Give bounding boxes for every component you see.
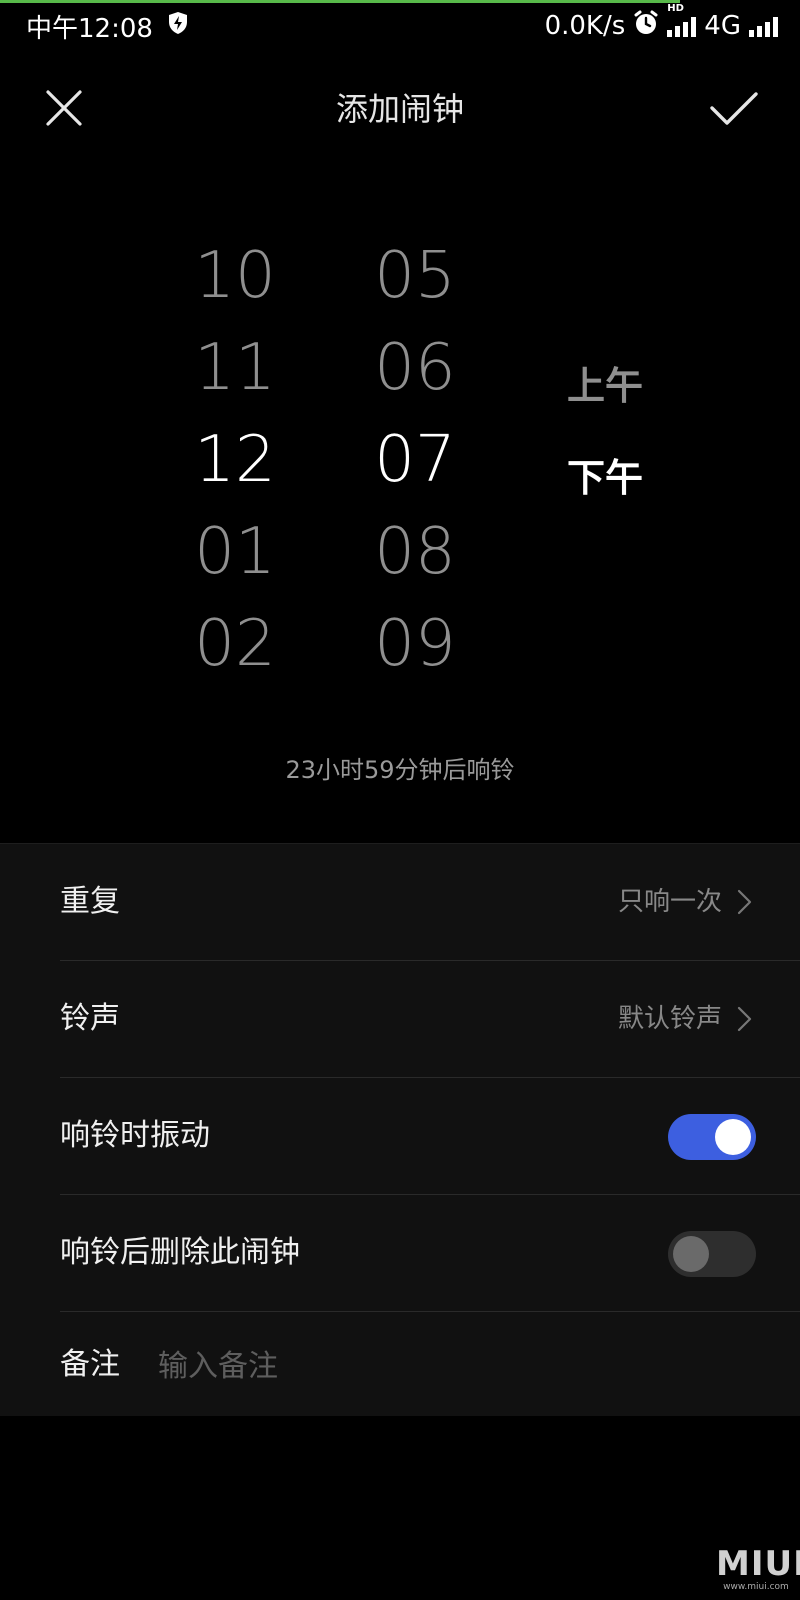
toggle-knob: [715, 1119, 751, 1155]
hour-option[interactable]: 10: [180, 230, 290, 322]
am-option[interactable]: 上午: [540, 340, 670, 432]
watermark-brand: MIUI: [716, 1544, 800, 1584]
minute-option[interactable]: 06: [360, 322, 470, 414]
vibrate-label: 响铃时振动: [60, 1118, 210, 1153]
ringtone-row[interactable]: 铃声 默认铃声: [60, 961, 800, 1077]
ringtone-value: 默认铃声: [617, 1004, 722, 1034]
pm-option-selected[interactable]: 下午: [540, 432, 670, 524]
minute-option[interactable]: 09: [360, 598, 470, 690]
confirm-button[interactable]: [706, 80, 762, 136]
repeat-row[interactable]: 重复 只响一次: [60, 844, 800, 960]
hour-option[interactable]: 02: [180, 598, 290, 690]
ampm-picker[interactable]: 上午 下午: [540, 340, 670, 524]
network-type: 4G: [704, 11, 741, 41]
signal-icon: [749, 15, 778, 37]
toggle-knob: [673, 1236, 709, 1272]
hour-option[interactable]: 11: [180, 322, 290, 414]
check-icon: [710, 92, 758, 125]
minute-option-selected[interactable]: 07: [360, 414, 470, 506]
status-time: 中午12:08: [26, 13, 153, 44]
chevron-right-icon: [737, 889, 752, 915]
hour-option-selected[interactable]: 12: [180, 414, 290, 506]
note-row: 备注: [60, 1312, 800, 1420]
shield-bolt-icon: [167, 11, 189, 42]
minute-option[interactable]: 05: [360, 230, 470, 322]
minute-option[interactable]: 08: [360, 506, 470, 598]
status-bar: 中午12:08 0.0K/s HD 4G: [0, 0, 800, 52]
vibrate-toggle[interactable]: [668, 1114, 756, 1160]
watermark: MIUI www.miui.com: [716, 1544, 800, 1592]
settings-list: 重复 只响一次 铃声 默认铃声 响铃时振动 响铃后删除此闹钟 备注: [0, 843, 800, 1420]
watermark-url: www.miui.com: [723, 1582, 789, 1592]
delete-after-row: 响铃后删除此闹钟: [60, 1195, 800, 1311]
note-input[interactable]: [156, 1312, 720, 1420]
vibrate-row: 响铃时振动: [60, 1078, 800, 1194]
hour-option[interactable]: 01: [180, 506, 290, 598]
alarm-icon: [633, 10, 659, 43]
signal-icon: HD: [667, 3, 697, 37]
ringtone-label: 铃声: [60, 1001, 120, 1036]
page-title: 添加闹钟: [335, 90, 464, 128]
title-bar: 添加闹钟: [0, 60, 800, 150]
net-speed: 0.0K/s: [544, 11, 626, 41]
delete-after-toggle[interactable]: [668, 1231, 756, 1277]
minute-picker[interactable]: 05 06 07 08 09: [360, 230, 470, 690]
delete-after-label: 响铃后删除此闹钟: [60, 1235, 300, 1270]
note-label: 备注: [60, 1347, 120, 1382]
repeat-value: 只响一次: [617, 887, 722, 917]
ring-countdown: 23小时59分钟后响铃: [285, 756, 515, 784]
chevron-right-icon: [737, 1006, 752, 1032]
repeat-label: 重复: [60, 884, 120, 919]
hour-picker[interactable]: 10 11 12 01 02: [180, 230, 290, 690]
hd-label: HD: [667, 3, 684, 14]
